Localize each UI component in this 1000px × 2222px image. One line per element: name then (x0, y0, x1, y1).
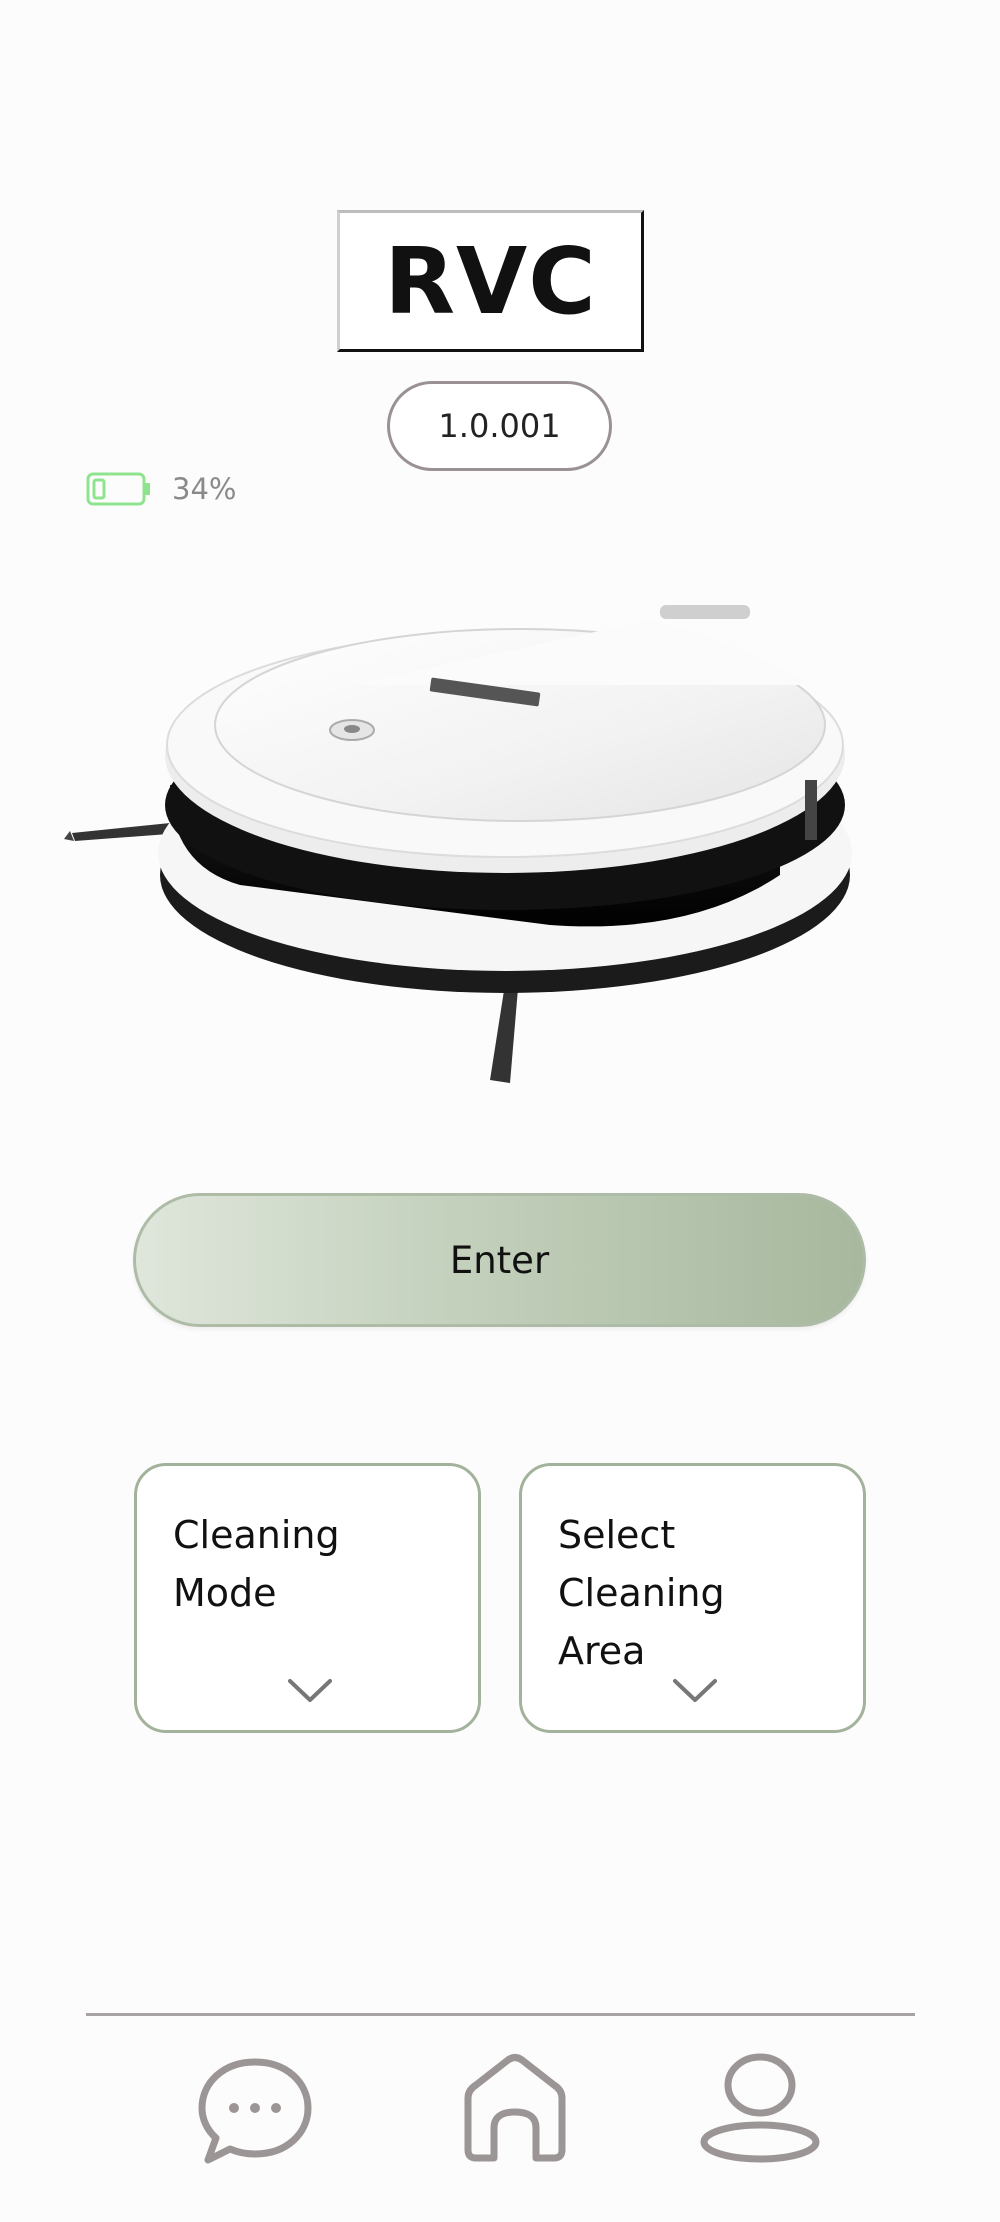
cleaning-mode-label: Cleaning Mode (173, 1513, 340, 1615)
chevron-down-icon (288, 1679, 332, 1702)
select-cleaning-area-dropdown[interactable]: Select Cleaning Area (519, 1463, 866, 1733)
version-text: 1.0.001 (438, 407, 561, 445)
robot-vacuum-image (64, 605, 852, 1083)
app-title-box: RVC (337, 210, 644, 352)
bottom-nav-divider (86, 2013, 915, 2016)
select-cleaning-area-label: Select Cleaning Area (558, 1513, 725, 1673)
cleaning-mode-dropdown[interactable]: Cleaning Mode (134, 1463, 481, 1733)
home-icon[interactable] (450, 2050, 580, 2170)
chat-icon[interactable] (190, 2050, 320, 2170)
chevron-down-icon (673, 1679, 717, 1702)
battery-percent: 34% (172, 472, 237, 506)
battery-icon (86, 472, 150, 506)
enter-button-label: Enter (449, 1238, 550, 1282)
enter-button[interactable]: Enter (133, 1193, 866, 1327)
app-title: RVC (384, 227, 597, 335)
user-icon[interactable] (695, 2050, 825, 2170)
